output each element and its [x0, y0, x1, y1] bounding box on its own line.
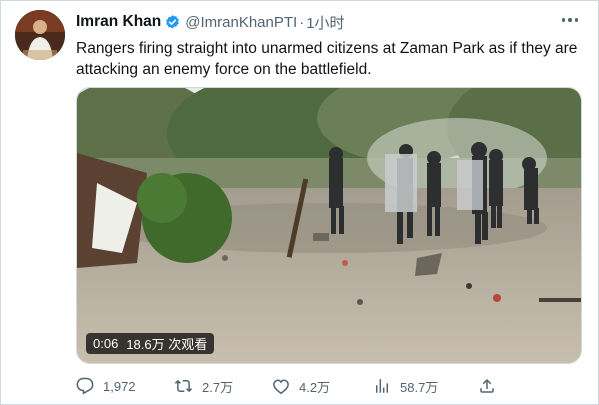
- avatar[interactable]: [15, 10, 65, 60]
- reply-button[interactable]: 1,972: [76, 377, 136, 395]
- tweet-text: Rangers firing straight into unarmed cit…: [76, 40, 578, 78]
- reply-icon: [76, 377, 94, 395]
- video-player[interactable]: [76, 87, 582, 364]
- reply-count: 1,972: [103, 378, 136, 394]
- video-badge: 0:06 18.6万 次观看: [86, 333, 215, 354]
- header-separator: ·: [299, 13, 305, 31]
- views-button[interactable]: 58.7万: [373, 377, 438, 396]
- like-count: 4.2万: [299, 379, 331, 395]
- retweet-count: 2.7万: [202, 379, 234, 395]
- verified-badge-icon: [164, 14, 181, 31]
- author-name[interactable]: Imran Khan: [76, 13, 161, 31]
- video-duration: 0:06: [93, 336, 119, 351]
- share-icon: [478, 377, 496, 395]
- share-button[interactable]: [478, 377, 496, 395]
- views-count: 58.7万: [400, 379, 439, 395]
- tweet-time[interactable]: 1小时: [306, 12, 344, 33]
- tweet-actions: 1,972 2.7万 4.2万 58.7万: [76, 375, 506, 397]
- author-handle[interactable]: @ImranKhanPTI: [185, 14, 297, 31]
- video-views: 18.6万 次观看: [126, 337, 208, 352]
- like-button[interactable]: 4.2万: [272, 377, 330, 396]
- more-icon[interactable]: [560, 13, 580, 27]
- views-chart-icon: [373, 377, 391, 395]
- tweet-card[interactable]: Imran Khan @ImranKhanPTI · 1小时 Rangers f…: [0, 0, 599, 405]
- heart-icon: [272, 377, 290, 395]
- retweet-icon: [174, 377, 193, 395]
- tweet-header: Imran Khan @ImranKhanPTI · 1小时: [76, 12, 578, 32]
- retweet-button[interactable]: 2.7万: [174, 377, 233, 396]
